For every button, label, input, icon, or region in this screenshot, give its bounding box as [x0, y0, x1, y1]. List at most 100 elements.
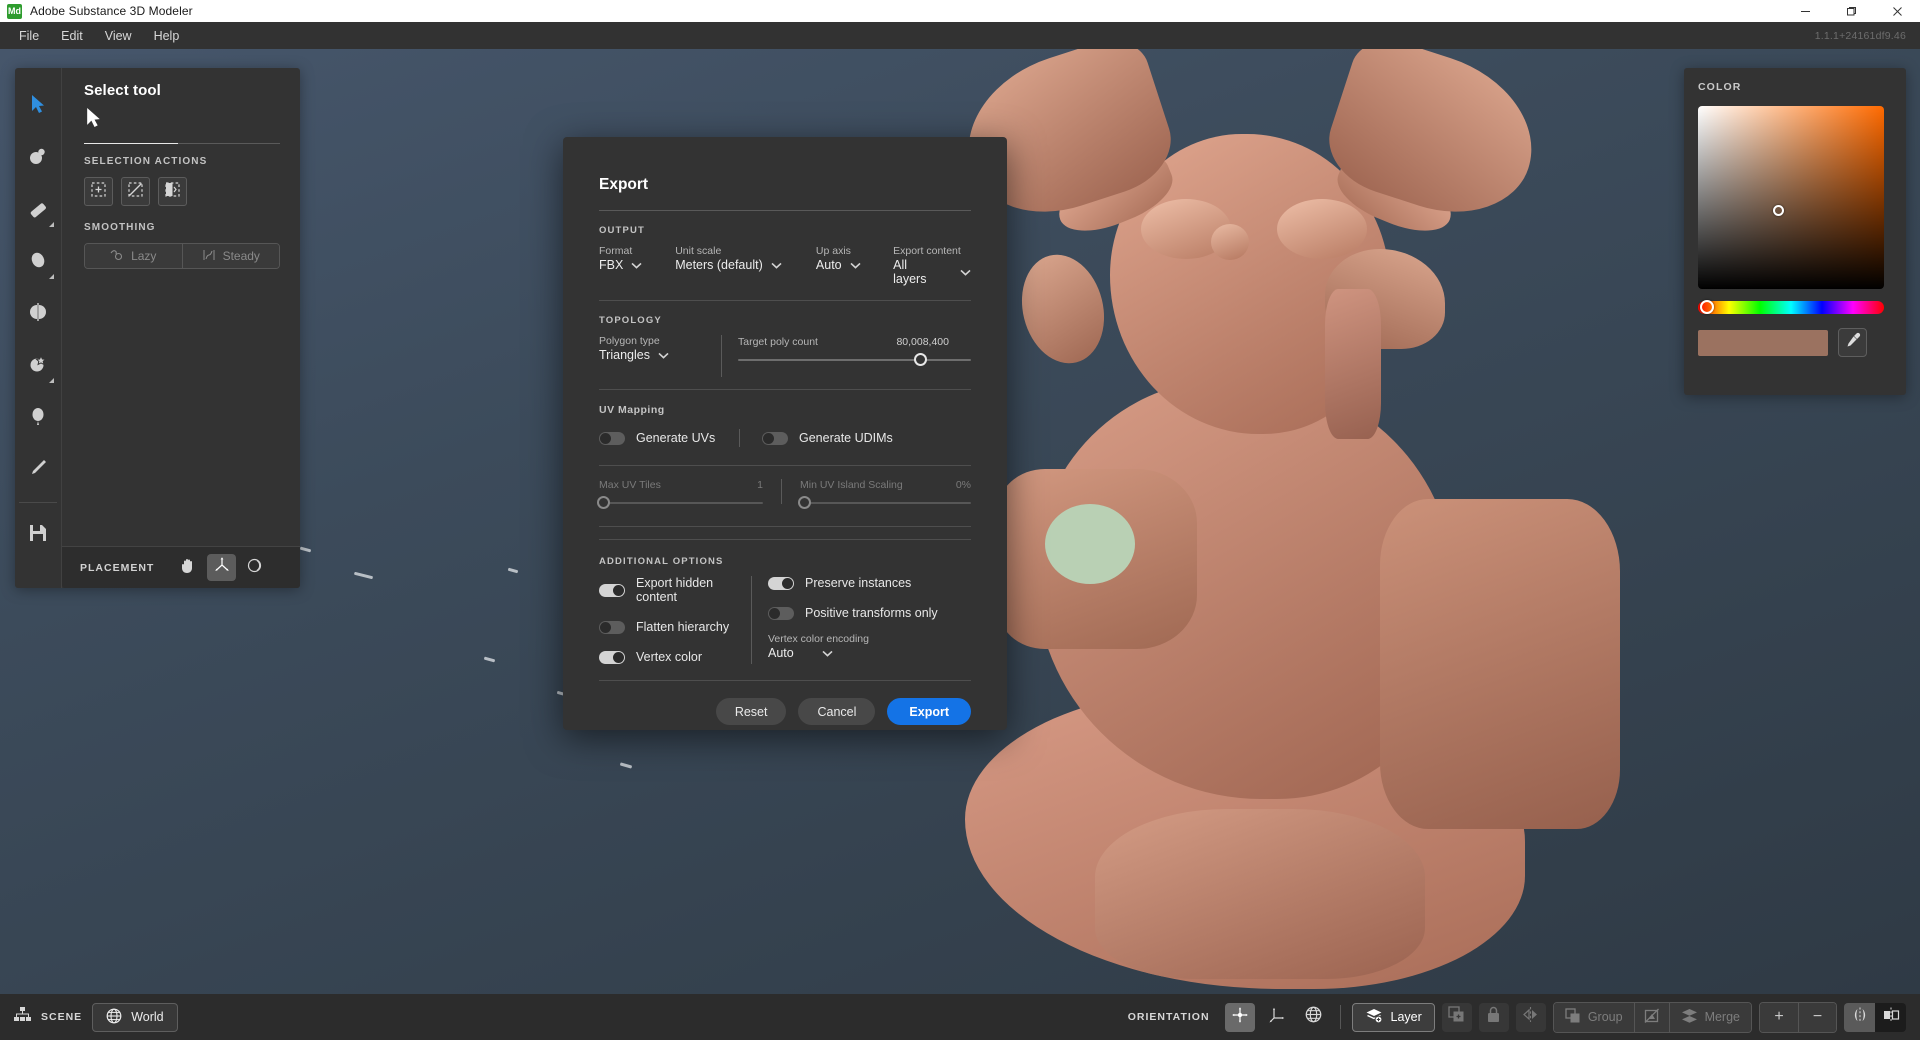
preserve-instances-switch[interactable]: [768, 577, 794, 590]
max-uv-tiles-knob[interactable]: [597, 496, 610, 509]
app-logo-icon: Md: [7, 4, 22, 19]
steady-smoothing-button[interactable]: Steady: [182, 244, 280, 268]
menu-item-edit[interactable]: Edit: [50, 25, 94, 47]
rail-divider: [19, 502, 57, 503]
steady-icon: [202, 249, 216, 264]
duplicate-button[interactable]: [1442, 1003, 1472, 1032]
cursor-arrow-icon: [31, 94, 46, 119]
group-button[interactable]: Group: [1554, 1003, 1634, 1032]
generate-udims-toggle[interactable]: Generate UDIMs: [762, 431, 893, 445]
orientation-axis-button[interactable]: [1262, 1003, 1292, 1032]
format-label: Format: [599, 245, 675, 257]
min-uv-island-scaling-slider[interactable]: Min UV Island Scaling 0%: [800, 479, 971, 504]
current-color-swatch[interactable]: [1698, 330, 1828, 356]
uv-sliders-top-divider: [599, 465, 971, 466]
clay-blob-icon: [28, 146, 48, 171]
generate-uvs-toggle[interactable]: Generate UVs: [599, 431, 739, 445]
vertex-color-encoding-select[interactable]: Vertex color encoding Auto: [768, 633, 971, 660]
eyedropper-button[interactable]: [1838, 328, 1867, 357]
orientation-free-button[interactable]: [1225, 1003, 1255, 1032]
reset-button[interactable]: Reset: [716, 698, 787, 725]
flyout-corner-icon: [49, 274, 54, 279]
merge-button[interactable]: Merge: [1669, 1003, 1751, 1032]
eraser-tool[interactable]: [17, 184, 59, 236]
layer-button[interactable]: Layer: [1352, 1003, 1435, 1032]
sculpture-model[interactable]: [905, 49, 1695, 994]
mirror-icon: [1522, 1006, 1539, 1028]
cancel-button[interactable]: Cancel: [798, 698, 875, 725]
remove-button[interactable]: −: [1798, 1003, 1836, 1032]
placement-rotate-button[interactable]: [240, 554, 269, 581]
additional-options-divider: [751, 576, 752, 664]
lock-button[interactable]: [1479, 1003, 1509, 1032]
vertex-color-encoding-label: Vertex color encoding: [768, 633, 971, 645]
split-tool[interactable]: [17, 288, 59, 340]
hue-handle[interactable]: [1700, 300, 1714, 314]
actions-divider: [599, 680, 971, 681]
sticker-tool[interactable]: [17, 340, 59, 392]
tool-progress-divider: [84, 143, 280, 144]
vertex-color-toggle[interactable]: Vertex color: [599, 650, 739, 664]
add-button[interactable]: +: [1760, 1003, 1798, 1032]
smudge-tool[interactable]: [17, 236, 59, 288]
export-hidden-content-toggle[interactable]: Export hidden content: [599, 576, 739, 604]
invert-selection-button[interactable]: [158, 177, 187, 206]
generate-uvs-switch[interactable]: [599, 432, 625, 445]
hue-slider[interactable]: [1698, 301, 1884, 314]
deselect-all-button[interactable]: [121, 177, 150, 206]
positive-transforms-only-switch[interactable]: [768, 607, 794, 620]
sv-handle[interactable]: [1773, 205, 1784, 216]
positive-transforms-only-toggle[interactable]: Positive transforms only: [768, 606, 971, 620]
layer-button-label: Layer: [1391, 1010, 1422, 1024]
up-axis-select[interactable]: Up axis Auto: [816, 245, 893, 272]
ungroup-button[interactable]: [1634, 1003, 1669, 1032]
export-hidden-content-switch[interactable]: [599, 584, 625, 597]
maximize-icon[interactable]: [1828, 0, 1874, 22]
select-invert-icon: [165, 182, 180, 202]
chevron-down-icon: [658, 352, 669, 359]
world-button[interactable]: World: [92, 1003, 177, 1032]
menu-bar: File Edit View Help 1.1.1+24161df9.46: [0, 22, 1920, 49]
polygon-type-label: Polygon type: [599, 335, 719, 347]
polygon-type-select[interactable]: Polygon type Triangles: [599, 335, 719, 362]
generate-udims-switch[interactable]: [762, 432, 788, 445]
select-all-button[interactable]: [84, 177, 113, 206]
min-uv-island-scaling-knob[interactable]: [798, 496, 811, 509]
flatten-hierarchy-toggle[interactable]: Flatten hierarchy: [599, 620, 739, 634]
mirror-button[interactable]: [1516, 1003, 1546, 1032]
menu-item-file[interactable]: File: [8, 25, 50, 47]
ground-dash: [300, 547, 311, 553]
topology-section-label: TOPOLOGY: [599, 315, 971, 326]
paint-tool[interactable]: [17, 444, 59, 496]
unit-scale-select[interactable]: Unit scale Meters (default): [675, 245, 816, 272]
select-tool[interactable]: [17, 80, 59, 132]
placement-hand-button[interactable]: [174, 554, 203, 581]
smoothing-label: SMOOTHING: [84, 222, 280, 233]
select-none-icon: [128, 182, 143, 202]
saturation-value-picker[interactable]: [1698, 106, 1884, 289]
export-content-select[interactable]: Export content All layers: [893, 245, 971, 286]
lazy-smoothing-button[interactable]: Lazy: [85, 244, 182, 268]
inflate-tool[interactable]: [17, 392, 59, 444]
save-tool[interactable]: [17, 509, 59, 561]
vertex-color-switch[interactable]: [599, 651, 625, 664]
menu-item-view[interactable]: View: [94, 25, 143, 47]
selection-actions-label: SELECTION ACTIONS: [84, 156, 280, 167]
minimize-icon[interactable]: [1782, 0, 1828, 22]
placement-gizmo-button[interactable]: [207, 554, 236, 581]
target-poly-count-knob[interactable]: [914, 353, 927, 366]
target-poly-count-slider[interactable]: Target poly count 80,008,400: [738, 335, 971, 361]
symmetry-half-button[interactable]: [1875, 1003, 1906, 1032]
format-select[interactable]: Format FBX: [599, 245, 675, 272]
menu-item-help[interactable]: Help: [143, 25, 191, 47]
preserve-instances-toggle[interactable]: Preserve instances: [768, 576, 971, 590]
ground-dash: [354, 572, 373, 580]
flatten-hierarchy-switch[interactable]: [599, 621, 625, 634]
clay-tool[interactable]: [17, 132, 59, 184]
export-button[interactable]: Export: [887, 698, 971, 725]
symmetry-mirror-button[interactable]: [1844, 1003, 1875, 1032]
close-icon[interactable]: [1874, 0, 1920, 22]
bottom-bar-right: ORIENTATION: [1128, 1002, 1920, 1033]
orientation-global-button[interactable]: [1299, 1003, 1329, 1032]
max-uv-tiles-slider[interactable]: Max UV Tiles 1: [599, 479, 763, 504]
